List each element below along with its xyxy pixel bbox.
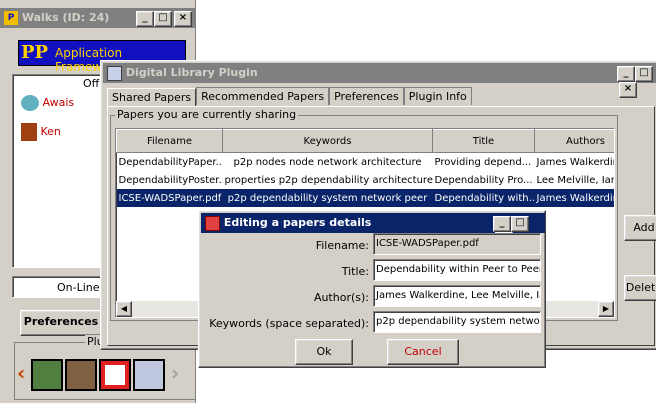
cell-filename: DependabilityPaper.... [118, 156, 223, 168]
authors-label: Author(s): [313, 291, 369, 304]
delete-button[interactable]: Delete [624, 275, 656, 301]
cell-filename: ICSE-WADSPaper.pdf [116, 189, 223, 207]
maximize-icon[interactable]: □ [511, 216, 529, 232]
minimize-icon[interactable]: _ [617, 66, 635, 82]
table-row[interactable]: DependabilityPoster... properties p2p de… [117, 171, 615, 189]
user-name: Ken [40, 125, 61, 138]
edit-dialog: Editing a papers details _□× Filename: I… [198, 210, 546, 368]
cell-keywords: properties p2p dependability architectur… [224, 174, 433, 186]
library-title: Digital Library Plugin [125, 66, 258, 79]
title-field[interactable]: Dependability within Peer to Peer s [373, 259, 541, 281]
title-label: Title: [341, 265, 369, 278]
close-icon[interactable]: × [174, 11, 192, 27]
table-row-selected[interactable]: ICSE-WADSPaper.pdf p2p dependability sys… [116, 189, 614, 207]
pp-logo: PP [21, 42, 49, 63]
status-on-label: On-Line [57, 281, 100, 294]
tab-plugin-info[interactable]: Plugin Info [403, 87, 472, 105]
authors-field[interactable]: James Walkerdine, Lee Melville, Ian [373, 285, 541, 307]
filename-label: Filename: [315, 239, 369, 252]
minimize-icon[interactable]: _ [136, 11, 154, 27]
minimize-icon[interactable]: _ [493, 216, 511, 232]
scroll-right-icon[interactable]: › [171, 361, 179, 385]
library-app-icon [107, 66, 122, 81]
shared-group-label: Papers you are currently sharing [115, 108, 299, 121]
cell-keywords: p2p dependability system network peer [222, 189, 433, 207]
column-header-keywords[interactable]: Keywords [222, 129, 433, 153]
user-item[interactable]: Ken [21, 123, 61, 141]
cell-authors: James Walkerdir [534, 189, 614, 207]
scroll-right-arrow-icon[interactable]: ▶ [598, 301, 614, 317]
column-header-filename[interactable]: Filename [116, 129, 223, 153]
dialog-title: Editing a papers details [223, 216, 372, 229]
table-row[interactable]: DependabilityPaper.... p2p nodes node ne… [117, 153, 615, 172]
status-combo[interactable]: On-Line [12, 276, 102, 298]
maximize-icon[interactable]: □ [635, 66, 653, 82]
keywords-label: Keywords (space separated): [209, 317, 369, 330]
cell-filename: DependabilityPoster... [118, 174, 223, 186]
scroll-left-arrow-icon[interactable]: ◀ [116, 301, 132, 317]
app-icon: P [4, 11, 18, 25]
cell-authors: Lee Melville, Ian [536, 174, 615, 186]
tab-preferences[interactable]: Preferences [329, 87, 404, 105]
user-avatar-icon [21, 123, 37, 141]
tab-recommended-papers[interactable]: Recommended Papers [196, 87, 330, 105]
add-button[interactable]: Add [624, 215, 656, 241]
plugins-group: Plu ‹ › [14, 335, 196, 400]
column-header-title[interactable]: Title [432, 129, 535, 153]
dialog-app-icon [205, 216, 220, 231]
filename-field: ICSE-WADSPaper.pdf [373, 233, 541, 255]
table-header: Filename Keywords Title Authors [116, 129, 614, 153]
cell-keywords: p2p nodes node network architecture [233, 156, 422, 168]
dialog-titlebar[interactable]: Editing a papers details _□× [201, 213, 545, 248]
user-list: Off- Awais Ken [12, 74, 103, 268]
cell-title: Providing depend... [434, 156, 532, 168]
column-header-authors[interactable]: Authors [534, 129, 614, 153]
user-item[interactable]: Awais [21, 95, 74, 111]
tab-shared-papers[interactable]: Shared Papers [107, 88, 197, 106]
plugin-film-icon[interactable] [65, 359, 97, 391]
plugin-map-icon[interactable] [31, 359, 63, 391]
user-name: Awais [42, 96, 75, 109]
cell-title: Dependability with... [432, 189, 535, 207]
preferences-button[interactable]: Preferences [20, 310, 102, 336]
tab-strip: Shared Papers Recommended Papers Preferenc… [107, 87, 647, 107]
plugin-grid-icon[interactable] [99, 359, 131, 391]
walks-titlebar[interactable]: P Walks (ID: 24) _ □ × [0, 8, 196, 28]
cell-authors: James Walkerdir [536, 156, 615, 168]
cancel-button[interactable]: Cancel [387, 339, 459, 365]
keywords-field[interactable]: p2p dependability system network [373, 311, 541, 333]
user-avatar-icon [21, 95, 39, 111]
ok-button[interactable]: Ok [295, 339, 353, 365]
walks-title: Walks (ID: 24) [21, 11, 110, 24]
scroll-left-icon[interactable]: ‹ [17, 361, 25, 385]
plugin-library-icon[interactable] [133, 359, 165, 391]
cell-title: Dependability Pro... [434, 174, 533, 186]
library-titlebar[interactable]: Digital Library Plugin _ □× [103, 63, 656, 98]
maximize-icon[interactable]: □ [154, 11, 172, 27]
